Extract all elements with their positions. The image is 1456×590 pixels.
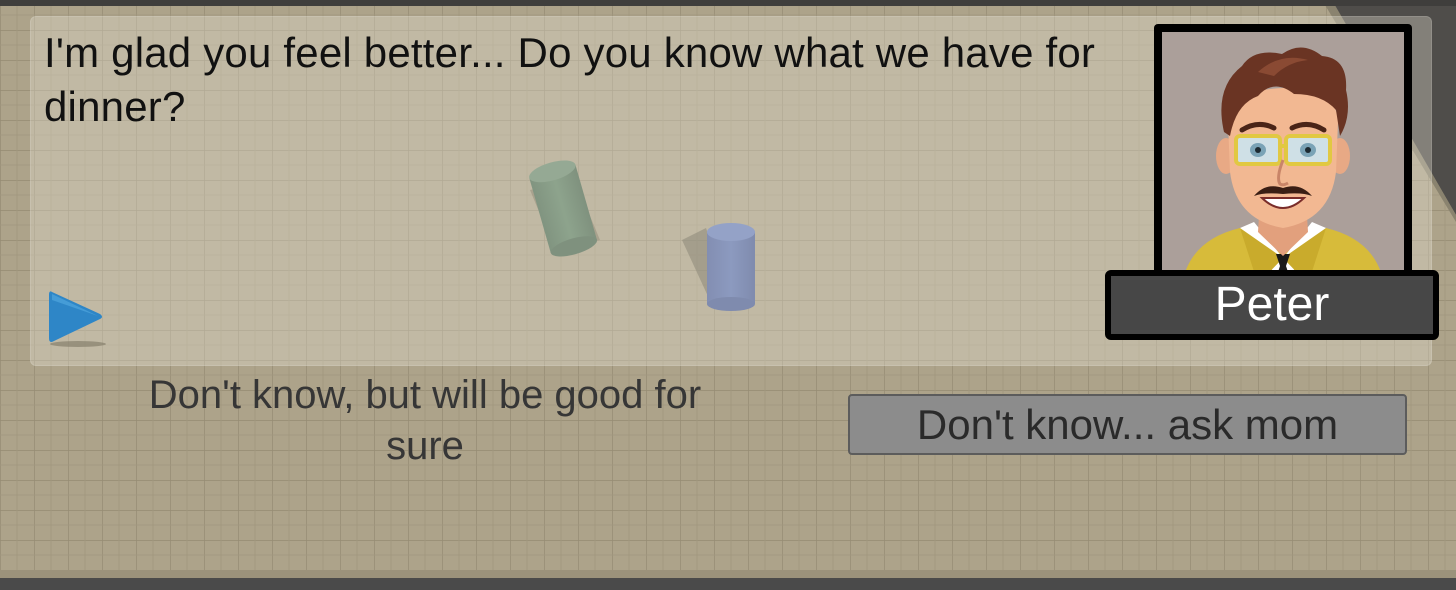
speaker-name-plate: Peter <box>1105 270 1439 340</box>
choice-option-2-button[interactable]: Don't know... ask mom <box>848 394 1407 455</box>
play-triangle-icon <box>49 291 106 347</box>
dialogue-text: I'm glad you feel better... Do you know … <box>44 29 1096 130</box>
choice-option-1[interactable]: Don't know, but will be good for sure <box>120 370 730 472</box>
continue-button[interactable] <box>44 286 110 352</box>
speaker-portrait-frame <box>1154 24 1412 284</box>
man-with-glasses-portrait <box>1182 47 1384 284</box>
